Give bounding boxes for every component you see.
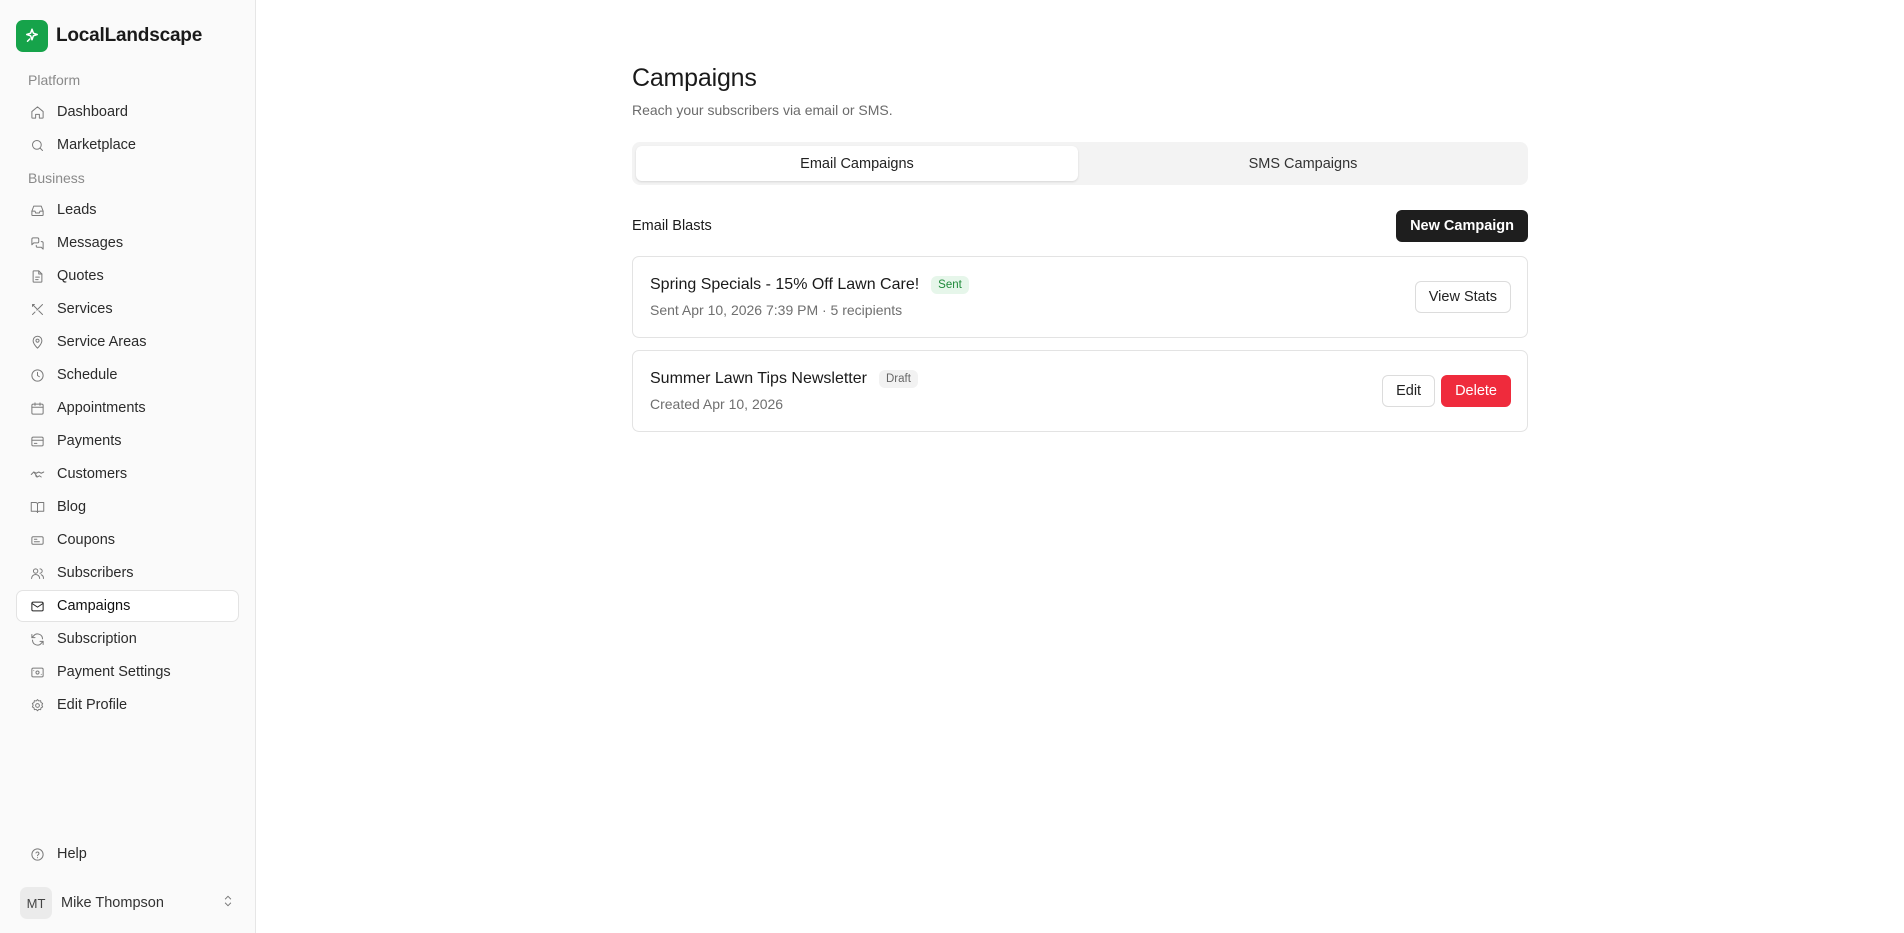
wallet-icon <box>29 664 45 680</box>
sidebar-item-label: Customers <box>57 466 128 482</box>
campaign-info: Spring Specials - 15% Off Lawn Care! Sen… <box>650 276 969 318</box>
home-icon <box>29 104 45 120</box>
search-icon <box>29 137 45 153</box>
campaign-actions: View Stats <box>1414 281 1511 313</box>
sidebar-item-services[interactable]: Services <box>16 293 239 325</box>
sidebar-item-label: Appointments <box>57 400 146 416</box>
sidebar-item-label: Dashboard <box>57 104 128 120</box>
tab-sms-campaigns[interactable]: SMS Campaigns <box>1082 146 1524 181</box>
sidebar-item-label: Subscribers <box>57 565 134 581</box>
campaign-card: Spring Specials - 15% Off Lawn Care! Sen… <box>632 256 1528 338</box>
sidebar-item-blog[interactable]: Blog <box>16 491 239 523</box>
help-icon <box>29 846 45 862</box>
sidebar-item-subscription[interactable]: Subscription <box>16 623 239 655</box>
sidebar-item-label: Leads <box>57 202 97 218</box>
sidebar-item-dashboard[interactable]: Dashboard <box>16 96 239 128</box>
sidebar-item-campaigns[interactable]: Campaigns <box>16 590 239 622</box>
sidebar-item-payments[interactable]: Payments <box>16 425 239 457</box>
section-header: Email Blasts New Campaign <box>632 210 1528 242</box>
brand-name: LocalLandscape <box>56 25 203 46</box>
sidebar-item-appointments[interactable]: Appointments <box>16 392 239 424</box>
map-pin-icon <box>29 334 45 350</box>
sidebar-item-label: Services <box>57 301 113 317</box>
sidebar-item-label: Help <box>57 846 87 862</box>
sidebar-item-label: Marketplace <box>57 137 136 153</box>
sidebar-item-label: Blog <box>57 499 87 515</box>
inbox-icon <box>29 202 45 218</box>
campaign-title: Summer Lawn Tips Newsletter <box>650 370 867 387</box>
calendar-icon <box>29 400 45 416</box>
tools-icon <box>29 301 45 317</box>
sidebar-item-subscribers[interactable]: Subscribers <box>16 557 239 589</box>
sidebar-item-label: Coupons <box>57 532 116 548</box>
users-icon <box>29 565 45 581</box>
chevrons-up-down-icon[interactable] <box>221 894 235 913</box>
sidebar-item-help[interactable]: Help <box>16 838 239 870</box>
delete-button[interactable]: Delete <box>1441 375 1511 407</box>
user-name: Mike Thompson <box>61 895 164 911</box>
status-badge: Draft <box>878 370 918 388</box>
sidebar-item-payment-settings[interactable]: Payment Settings <box>16 656 239 688</box>
logo-icon <box>16 20 48 52</box>
edit-button[interactable]: Edit <box>1382 375 1436 407</box>
view-stats-button[interactable]: View Stats <box>1414 281 1511 313</box>
page-title: Campaigns <box>632 64 757 92</box>
status-badge: Sent <box>931 276 969 294</box>
sidebar: LocalLandscape Platform Dashboard Market… <box>0 0 256 933</box>
campaigns-page: Campaigns Reach your subscribers via ema… <box>632 64 1528 432</box>
new-campaign-button[interactable]: New Campaign <box>1396 210 1528 242</box>
page-subtitle: Reach your subscribers via email or SMS. <box>632 102 893 118</box>
campaign-info: Summer Lawn Tips Newsletter Draft Create… <box>650 370 918 412</box>
section-title: Email Blasts <box>632 218 712 234</box>
campaign-card: Summer Lawn Tips Newsletter Draft Create… <box>632 350 1528 432</box>
credit-card-icon <box>29 433 45 449</box>
handshake-icon <box>29 466 45 482</box>
sidebar-item-label: Payment Settings <box>57 664 171 680</box>
sidebar-item-edit-profile[interactable]: Edit Profile <box>16 689 239 721</box>
sidebar-item-label: Edit Profile <box>57 697 128 713</box>
sidebar-item-label: Subscription <box>57 631 137 647</box>
sidebar-item-label: Campaigns <box>57 598 131 614</box>
campaign-title: Spring Specials - 15% Off Lawn Care! <box>650 276 920 293</box>
messages-icon <box>29 235 45 251</box>
campaign-meta: Sent Apr 10, 2026 7:39 PM · 5 recipients <box>650 302 903 318</box>
sidebar-item-label: Service Areas <box>57 334 147 350</box>
refresh-icon <box>29 631 45 647</box>
sidebar-item-leads[interactable]: Leads <box>16 194 239 226</box>
sidebar-item-messages[interactable]: Messages <box>16 227 239 259</box>
book-icon <box>29 499 45 515</box>
user-menu[interactable]: MT Mike Thompson <box>16 885 239 921</box>
section-label-platform: Platform <box>28 72 81 88</box>
sidebar-item-label: Quotes <box>57 268 104 284</box>
campaign-meta: Created Apr 10, 2026 <box>650 396 784 412</box>
main-content: Campaigns Reach your subscribers via ema… <box>256 0 1904 933</box>
sidebar-item-label: Payments <box>57 433 122 449</box>
sidebar-item-label: Schedule <box>57 367 118 383</box>
section-label-business: Business <box>28 170 85 186</box>
sidebar-item-customers[interactable]: Customers <box>16 458 239 490</box>
avatar: MT <box>20 887 52 919</box>
sidebar-item-coupons[interactable]: Coupons <box>16 524 239 556</box>
sidebar-item-marketplace[interactable]: Marketplace <box>16 129 239 161</box>
mail-icon <box>29 598 45 614</box>
clock-icon <box>29 367 45 383</box>
brand[interactable]: LocalLandscape <box>16 20 239 52</box>
sidebar-item-label: Messages <box>57 235 124 251</box>
sidebar-item-quotes[interactable]: Quotes <box>16 260 239 292</box>
sidebar-item-schedule[interactable]: Schedule <box>16 359 239 391</box>
file-icon <box>29 268 45 284</box>
ticket-icon <box>29 532 45 548</box>
campaign-tabs: Email Campaigns SMS Campaigns <box>632 142 1528 185</box>
sidebar-item-service-areas[interactable]: Service Areas <box>16 326 239 358</box>
gear-icon <box>29 697 45 713</box>
campaign-actions: Edit Delete <box>1382 375 1511 407</box>
tab-email-campaigns[interactable]: Email Campaigns <box>636 146 1078 181</box>
